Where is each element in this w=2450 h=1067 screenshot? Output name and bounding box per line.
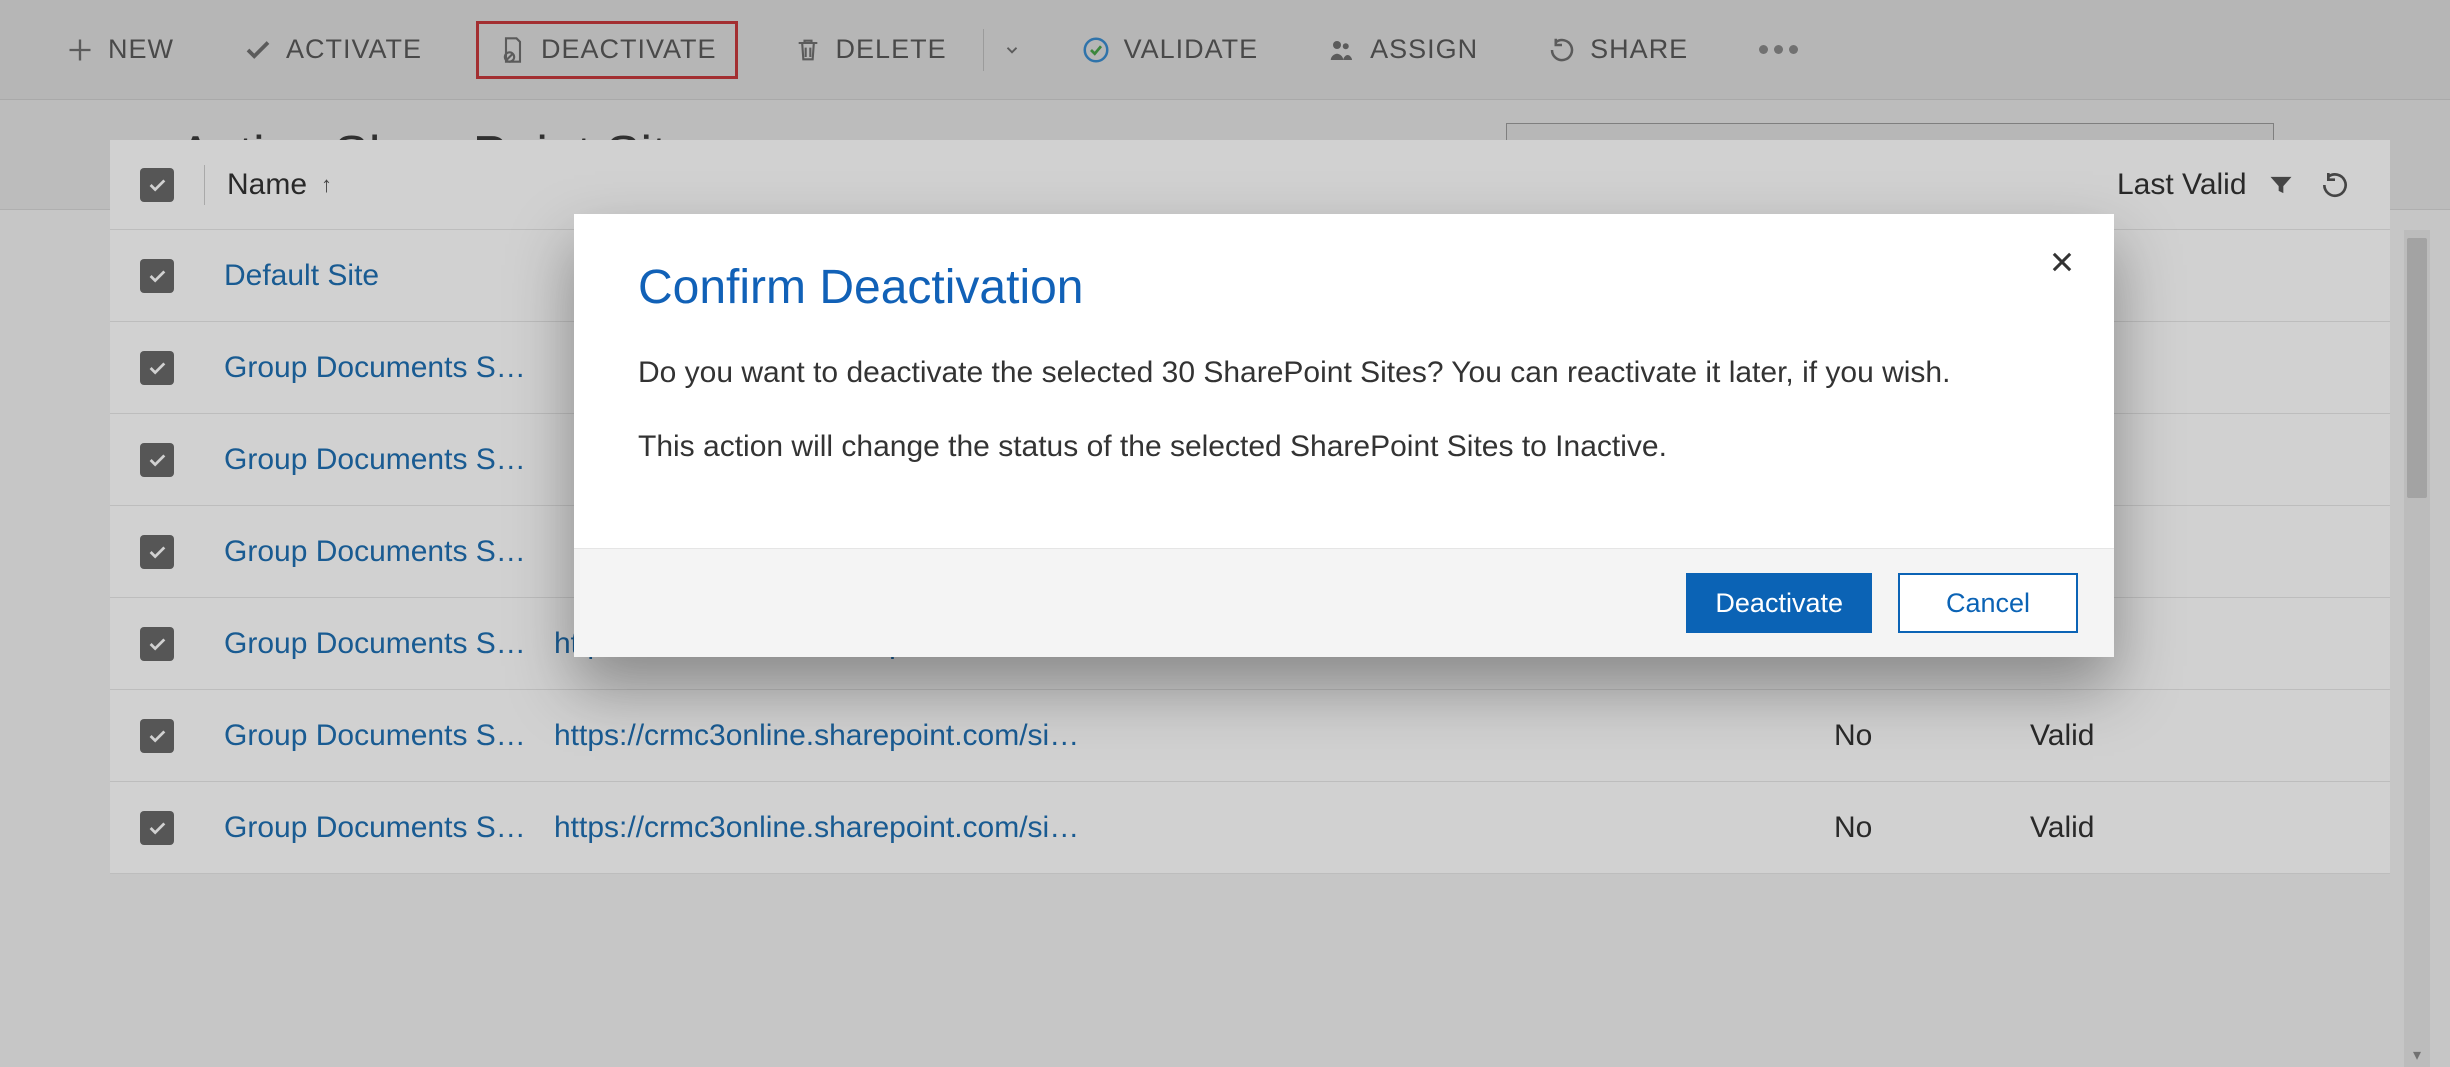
dialog-title: Confirm Deactivation [638, 260, 2050, 315]
dialog-message-1: Do you want to deactivate the selected 3… [638, 351, 2050, 395]
dialog-body: Confirm Deactivation Do you want to deac… [574, 214, 2114, 548]
dialog-cancel-button[interactable]: Cancel [1898, 573, 2078, 633]
dialog-deactivate-label: Deactivate [1715, 588, 1843, 619]
dialog-footer: Deactivate Cancel [574, 548, 2114, 657]
dialog-close-button[interactable] [2040, 240, 2084, 284]
confirm-deactivation-dialog: Confirm Deactivation Do you want to deac… [574, 214, 2114, 657]
dialog-deactivate-button[interactable]: Deactivate [1686, 573, 1872, 633]
dialog-cancel-label: Cancel [1946, 588, 2030, 619]
dialog-message-2: This action will change the status of th… [638, 425, 2050, 469]
